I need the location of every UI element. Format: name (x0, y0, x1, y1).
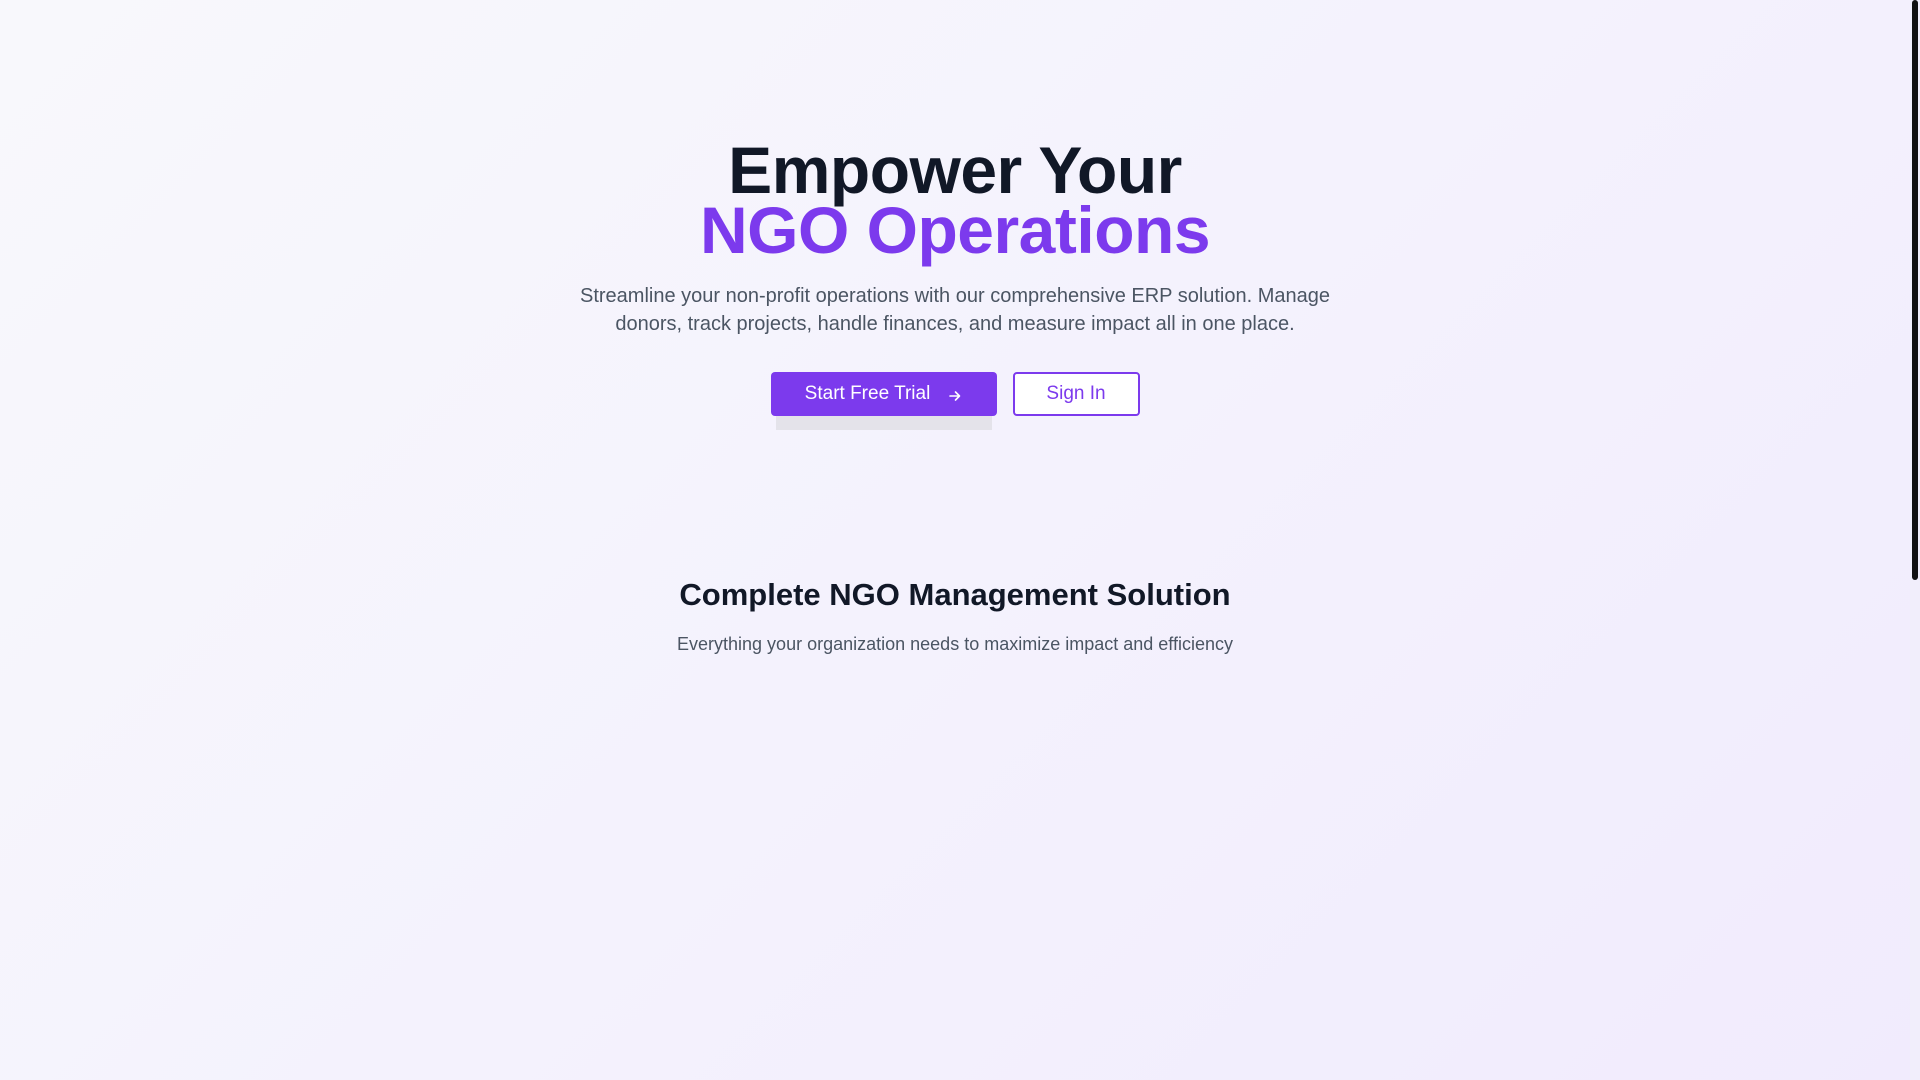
arrow-right-icon (948, 387, 962, 401)
hero-title-highlight: NGO Operations (699, 193, 1211, 267)
hero-title: Empower Your NGO Operations (0, 133, 1910, 267)
page: Empower Your NGO Operations Streamline y… (0, 0, 1910, 1080)
start-trial-button-wrapper: Start Free Trial (770, 372, 997, 430)
sign-in-button[interactable]: Sign In (1012, 372, 1140, 416)
features-subtitle: Everything your organization needs to ma… (677, 634, 1233, 654)
start-free-trial-label: Start Free Trial (804, 383, 931, 404)
vertical-scrollbar[interactable] (1910, 0, 1920, 1080)
scrollbar-thumb[interactable] (1912, 0, 1918, 580)
hero-section: Empower Your NGO Operations Streamline y… (0, 133, 1910, 430)
start-free-trial-button[interactable]: Start Free Trial (770, 372, 997, 416)
button-shadow (775, 416, 992, 430)
hero-subtitle: Streamline your non-profit operations wi… (579, 285, 1331, 335)
features-section: Complete NGO Management Solution Everyth… (0, 575, 1910, 657)
features-title: Complete NGO Management Solution (679, 577, 1231, 612)
hero-title-line1: Empower Your (728, 133, 1182, 207)
cta-row: Start Free Trial Sign In (0, 372, 1910, 430)
